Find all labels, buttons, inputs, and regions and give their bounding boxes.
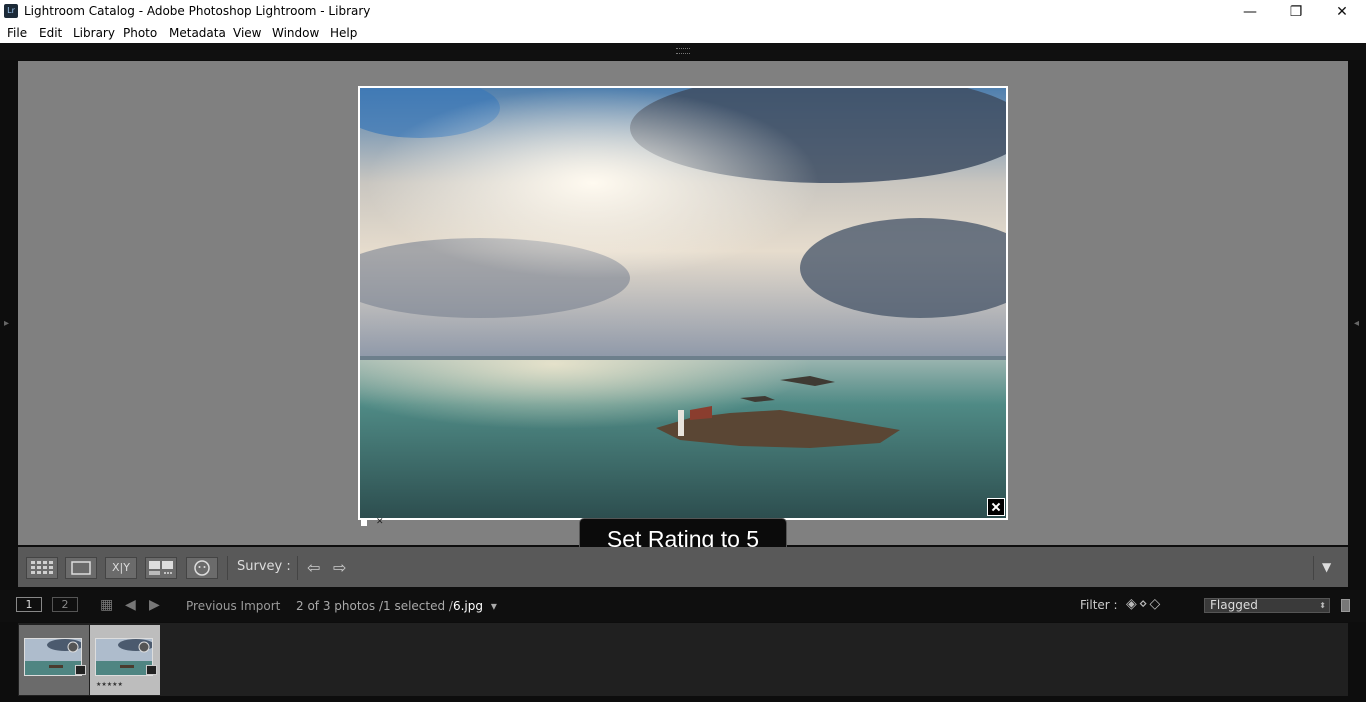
restore-button[interactable]: ❐ [1273,0,1319,24]
thumbnail-rating: ★★★★★ [96,681,123,688]
minimize-button[interactable]: — [1227,0,1273,24]
survey-icon [149,561,173,575]
filmstrip-thumbnail[interactable] [19,625,89,695]
photo-count-status: 2 of 3 photos /1 selected / [296,599,453,613]
filter-switch[interactable] [1341,599,1350,612]
grid-view-button[interactable] [26,557,58,579]
reject-icon[interactable]: ✕ [376,517,384,527]
filmstrip-source[interactable]: Previous Import [186,599,280,613]
compare-view-button[interactable]: X|Y [105,557,137,579]
filename-dropdown-icon[interactable]: ▾ [491,599,497,613]
virtual-copy-badge-icon [75,665,86,675]
seascape-photo [360,88,1006,518]
next-photo-arrow-icon[interactable]: ⇨ [333,558,346,577]
filmstrip [18,623,1348,696]
toolbar-separator [1313,556,1314,580]
loupe-view-button[interactable] [65,557,97,579]
deselect-photo-close-icon[interactable] [987,498,1005,516]
filter-preset-value: Flagged [1210,598,1258,612]
selected-photo[interactable] [360,88,1006,518]
menu-library[interactable]: Library [73,26,115,40]
menu-edit[interactable]: Edit [39,26,62,40]
back-arrow-icon[interactable]: ◀ [125,597,136,613]
menu-metadata[interactable]: Metadata [169,26,226,40]
toolbar-separator [227,556,228,580]
people-view-button[interactable] [186,557,218,579]
survey-mode-icon [138,641,150,653]
menu-photo[interactable]: Photo [123,26,157,40]
filter-preset-select[interactable]: Flagged ⬍ [1204,598,1330,613]
filter-label: Filter : [1080,598,1118,612]
virtual-copy-badge-icon [146,665,157,675]
lightroom-app-icon: Lr [4,4,18,18]
menu-view[interactable]: View [233,26,261,40]
secondary-window-button[interactable]: 2 [52,597,78,612]
survey-mode-icon [67,641,79,653]
flag-icon[interactable] [361,520,367,526]
forward-arrow-icon[interactable]: ▶ [149,597,160,613]
survey-label: Survey : [237,559,291,574]
close-window-button[interactable]: ✕ [1319,0,1365,24]
loupe-icon [71,561,91,575]
menu-help[interactable]: Help [330,26,357,40]
grid-view-icon[interactable]: ▦ [100,597,113,613]
menu-window[interactable]: Window [272,26,319,40]
select-arrow-icon: ⬍ [1319,601,1326,610]
filmstrip-thumbnail-selected[interactable]: ★★★★★ [90,625,160,695]
survey-view-button[interactable] [145,557,177,579]
previous-photo-arrow-icon[interactable]: ⇦ [307,558,320,577]
menu-bar: File Edit Library Photo Metadata View Wi… [0,24,1366,43]
main-window-button[interactable]: 1 [16,597,42,612]
filter-flag-icons[interactable]: ◈⋄◇ [1126,596,1162,612]
face-icon [194,560,210,576]
right-panel-toggle[interactable]: ◂ [1354,318,1359,329]
window-bottom-edge [0,696,1366,702]
toolbar-content-dropdown-icon[interactable]: ▼ [1322,560,1331,574]
title-bar: Lr Lightroom Catalog - Adobe Photoshop L… [0,0,1366,24]
window-title: Lightroom Catalog - Adobe Photoshop Ligh… [24,4,371,18]
left-panel-toggle[interactable]: ▸ [4,318,9,329]
menu-file[interactable]: File [7,26,27,40]
grid-icon [31,561,53,574]
toolbar-separator [297,556,298,580]
top-panel-toggle[interactable] [676,48,690,54]
filmstrip-status: 2 of 3 photos /1 selected /6.jpg ▾ [296,599,497,613]
selected-filename[interactable]: 6.jpg [453,599,483,613]
